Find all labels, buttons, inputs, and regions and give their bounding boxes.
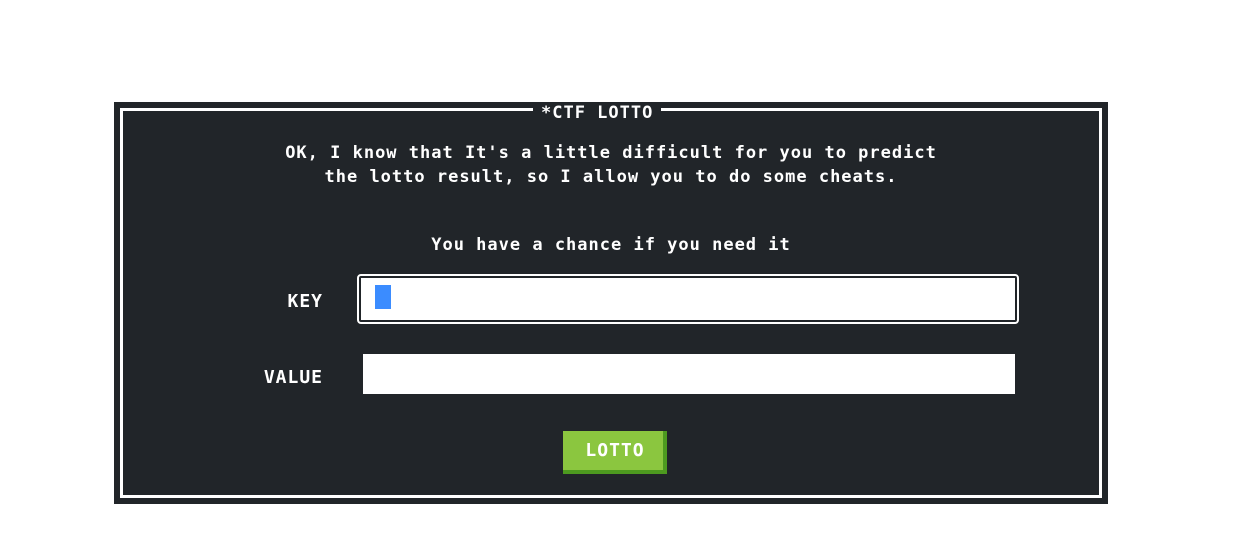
key-label: KEY — [287, 291, 323, 312]
value-label: VALUE — [263, 367, 323, 388]
dialog-title: *CTF LOTTO — [533, 103, 662, 123]
lotto-button[interactable]: LOTTO — [563, 431, 667, 474]
key-input[interactable] — [361, 278, 1015, 320]
key-field-focus-ring[interactable] — [357, 274, 1019, 324]
chance-text: You have a chance if you need it — [431, 235, 791, 255]
intro-line-2: the lotto result, so I allow you to do s… — [324, 167, 898, 187]
intro-text: OK, I know that It's a little difficult … — [123, 141, 1099, 189]
value-input[interactable] — [363, 354, 1015, 394]
intro-line-1: OK, I know that It's a little difficult … — [285, 143, 937, 163]
text-cursor — [375, 285, 391, 309]
lotto-dialog: *CTF LOTTO OK, I know that It's a little… — [114, 102, 1108, 504]
dialog-border: *CTF LOTTO OK, I know that It's a little… — [120, 103, 1102, 498]
